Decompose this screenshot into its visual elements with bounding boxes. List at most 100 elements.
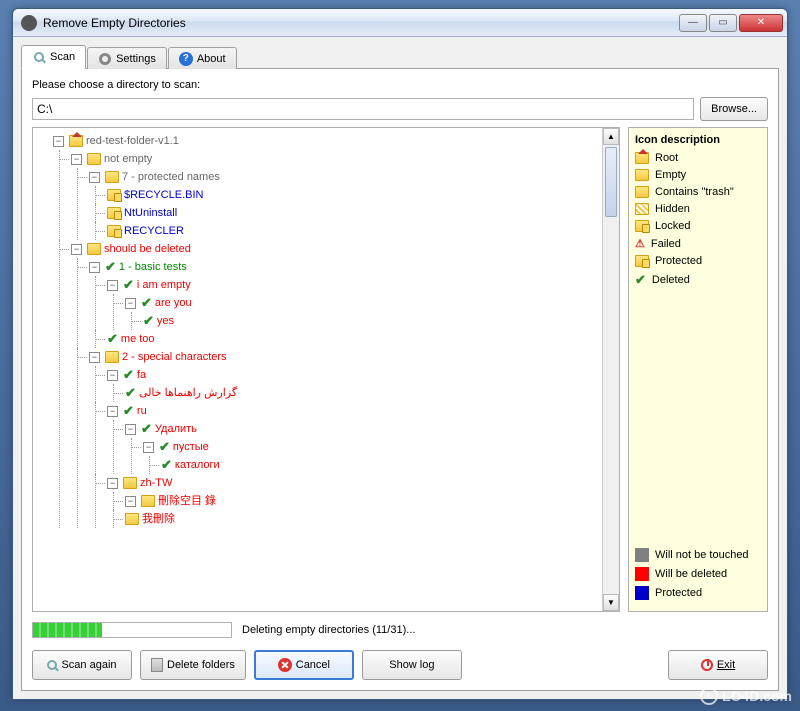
path-input[interactable]	[32, 98, 694, 120]
tab-scan[interactable]: Scan	[21, 45, 86, 69]
browse-button[interactable]: Browse...	[700, 97, 768, 121]
expander-icon[interactable]: −	[89, 352, 100, 363]
node-label: каталоги	[175, 456, 220, 474]
expander-icon[interactable]: −	[89, 172, 100, 183]
check-icon: ✔	[161, 456, 172, 474]
expander-icon[interactable]: −	[71, 244, 82, 255]
scan-panel: Please choose a directory to scan: Brows…	[21, 68, 779, 691]
folder-icon	[125, 513, 139, 525]
legend-row: Contains "trash"	[635, 186, 761, 198]
expander-icon[interactable]: −	[107, 280, 118, 291]
vertical-scrollbar[interactable]: ▲ ▼	[602, 128, 619, 611]
tree-node[interactable]: ✔yes	[143, 312, 600, 330]
help-icon: ?	[179, 52, 193, 66]
exit-button[interactable]: Exit	[668, 650, 768, 680]
legend-label: Root	[655, 152, 678, 164]
legend-label: Empty	[655, 169, 686, 181]
expander-icon[interactable]: −	[71, 154, 82, 165]
check-icon: ✔	[143, 312, 154, 330]
scroll-track[interactable]	[603, 219, 619, 594]
protected-folder-icon	[635, 255, 649, 267]
folder-icon	[87, 153, 101, 165]
check-icon: ✔	[123, 276, 134, 294]
scroll-thumb[interactable]	[605, 147, 617, 217]
directory-tree[interactable]: − red-test-folder-v1.1 −	[33, 128, 602, 611]
expander-icon[interactable]: −	[125, 298, 136, 309]
tab-settings[interactable]: Settings	[87, 47, 167, 69]
legend-row: ✔Deleted	[635, 272, 761, 288]
tree-node[interactable]: ✔me too	[107, 330, 600, 348]
node-label: i am empty	[137, 276, 191, 294]
expander-icon[interactable]: −	[125, 496, 136, 507]
locked-folder-icon	[107, 189, 121, 201]
legend-label: Will not be touched	[655, 549, 749, 561]
tree-node[interactable]: RECYCLER	[107, 222, 600, 240]
node-label: NtUninstall	[124, 204, 177, 222]
tab-about[interactable]: ? About	[168, 47, 237, 69]
progress-fill	[33, 623, 102, 637]
scroll-down-button[interactable]: ▼	[603, 594, 619, 611]
tree-node[interactable]: − 7 - protected names	[89, 168, 600, 186]
tree-node[interactable]: ✔گزارش راهنماها خالی	[125, 384, 600, 402]
legend-label: Protected	[655, 587, 702, 599]
tree-node[interactable]: 我刪除	[125, 510, 600, 528]
scroll-up-button[interactable]: ▲	[603, 128, 619, 145]
expander-icon[interactable]: −	[125, 424, 136, 435]
trash-icon	[151, 658, 163, 672]
scan-again-button[interactable]: Scan again	[32, 650, 132, 680]
path-row: Browse...	[32, 97, 768, 121]
button-label: Cancel	[296, 659, 330, 671]
expander-icon[interactable]: −	[107, 370, 118, 381]
folder-icon	[87, 243, 101, 255]
show-log-button[interactable]: Show log	[362, 650, 462, 680]
node-label: not empty	[104, 150, 152, 168]
legend-label: Locked	[655, 220, 690, 232]
tree-node[interactable]: − zh-TW	[107, 474, 600, 492]
node-label: me too	[121, 330, 155, 348]
maximize-button[interactable]: ▭	[709, 14, 737, 32]
legend-color-row: Will be deleted	[635, 567, 761, 581]
button-label: Show log	[389, 659, 434, 671]
tree-node[interactable]: − ✔ пустые	[143, 438, 600, 456]
tree-node-root[interactable]: − red-test-folder-v1.1	[53, 132, 600, 150]
cancel-button[interactable]: Cancel	[254, 650, 354, 680]
tree-node[interactable]: − should be deleted	[71, 240, 600, 258]
tree-node[interactable]: − ✔ i am empty	[107, 276, 600, 294]
expander-icon[interactable]: −	[53, 136, 64, 147]
minimize-button[interactable]: —	[679, 14, 707, 32]
delete-folders-button[interactable]: Delete folders	[140, 650, 246, 680]
expander-icon[interactable]: −	[143, 442, 154, 453]
tree-node[interactable]: − ✔ 1 - basic tests	[89, 258, 600, 276]
tree-node[interactable]: − not empty	[71, 150, 600, 168]
tree-node[interactable]: − ✔ are you	[125, 294, 600, 312]
legend-row: ⚠Failed	[635, 237, 761, 250]
expander-icon[interactable]: −	[107, 406, 118, 417]
app-icon	[21, 15, 37, 31]
node-label: ru	[137, 402, 147, 420]
tree-node[interactable]: − ✔ ru	[107, 402, 600, 420]
tree-node[interactable]: − 2 - special characters	[89, 348, 600, 366]
prompt-label: Please choose a directory to scan:	[32, 79, 768, 91]
tree-node[interactable]: − ✔ fa	[107, 366, 600, 384]
tree-node[interactable]: NtUninstall	[107, 204, 600, 222]
legend-color-row: Will not be touched	[635, 548, 761, 562]
close-button[interactable]: ✕	[739, 14, 783, 32]
legend-color-row: Protected	[635, 586, 761, 600]
tree-node[interactable]: − ✔ Удалить	[125, 420, 600, 438]
folder-icon	[141, 495, 155, 507]
node-label: گزارش راهنماها خالی	[139, 384, 237, 402]
tree-node[interactable]: $RECYCLE.BIN	[107, 186, 600, 204]
status-label: Deleting empty directories (11/31)...	[242, 624, 415, 636]
tree-node[interactable]: −刪除空目 錄	[125, 492, 600, 510]
check-icon: ✔	[105, 258, 116, 276]
button-row: Scan again Delete folders Cancel Show lo…	[32, 650, 768, 680]
expander-icon[interactable]: −	[89, 262, 100, 273]
check-icon: ✔	[123, 366, 134, 384]
legend-row: Hidden	[635, 203, 761, 215]
copyright-icon: c	[700, 687, 718, 705]
tree-node[interactable]: ✔каталоги	[161, 456, 600, 474]
expander-icon[interactable]: −	[107, 478, 118, 489]
locked-folder-icon	[107, 225, 121, 237]
cancel-icon	[278, 658, 292, 672]
node-label: пустые	[173, 438, 209, 456]
